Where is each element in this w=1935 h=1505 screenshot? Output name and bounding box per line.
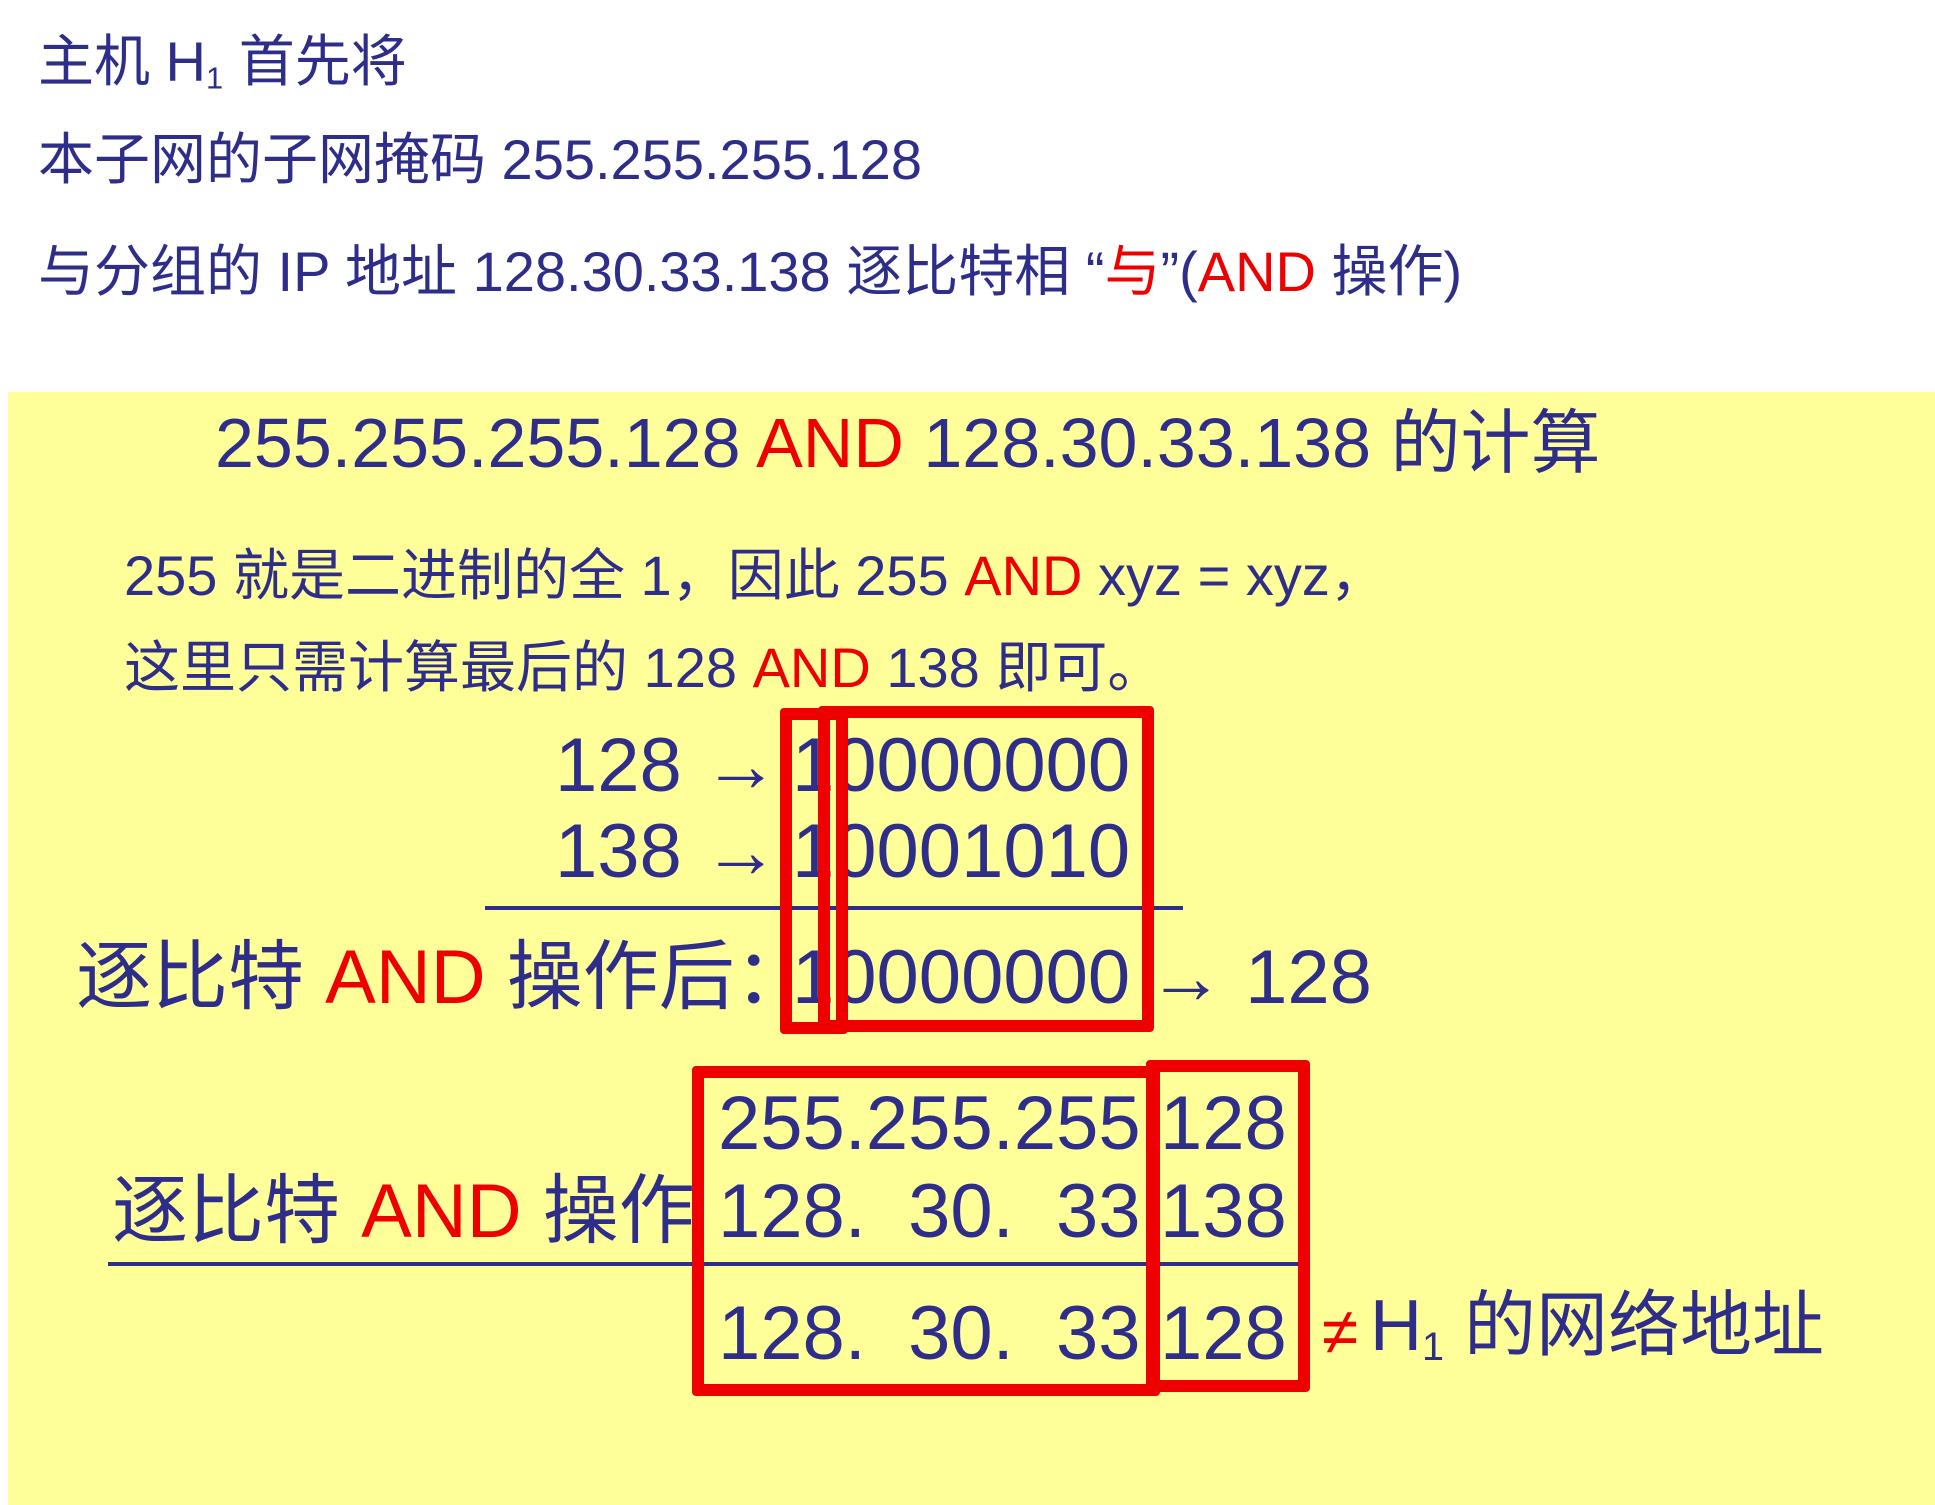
last-octet-highlight-box <box>1146 1060 1310 1392</box>
note-1-text: 255 就是二进制的全 1，因此 255 <box>124 544 965 607</box>
intro-line-3-text: 与分组的 IP 地址 128.30.33.138 逐比特相 “ <box>38 240 1105 303</box>
panel-title-mask: 255.255.255.128 <box>215 404 757 482</box>
note-2-and: AND <box>752 636 871 699</box>
note-1-and: AND <box>964 544 1083 607</box>
note-1-tail: xyz = xyz， <box>1082 544 1386 607</box>
binary-result-label-tail: 操作后： <box>485 935 811 1020</box>
intro-line-3-tail: 操作) <box>1316 240 1463 303</box>
panel-title: 255.255.255.128 AND 128.30.33.138 的计算 <box>215 408 1600 478</box>
binary-result-label-text: 逐比特 <box>76 935 326 1020</box>
panel-title-ip: 128.30.33.138 的计算 <box>903 404 1601 482</box>
binary-result-decimal: → 128 <box>1148 935 1372 1020</box>
intro-line-1: 主机 H1 首先将 <box>38 34 407 94</box>
panel-title-and: AND <box>756 404 904 482</box>
panel-note-2: 这里只需计算最后的 128 AND 138 即可。 <box>124 640 1163 696</box>
binary-row-2-label: 138 → <box>555 809 779 894</box>
intro-line-3: 与分组的 IP 地址 128.30.33.138 逐比特相 “与”(AND 操作… <box>38 244 1462 300</box>
panel-note-1: 255 就是二进制的全 1，因此 255 AND xyz = xyz， <box>124 548 1386 604</box>
intro-line-3-mid: ”( <box>1160 240 1198 303</box>
prefix-octets-highlight-box <box>692 1066 1160 1396</box>
not-equal-sign: ≠ <box>1322 1294 1359 1368</box>
dotted-label-and: AND <box>361 1169 522 1254</box>
host-subscript: 1 <box>206 60 224 96</box>
dotted-label-tail: 操作 <box>521 1169 695 1254</box>
intro-line-2: 本子网的子网掩码 255.255.255.128 <box>38 128 922 191</box>
network-note-subscript: 1 <box>1422 1324 1445 1369</box>
network-note-host: H <box>1370 1286 1422 1366</box>
intro-line-1-text: 主机 H <box>38 30 206 93</box>
note-2-tail: 138 即可。 <box>870 636 1164 699</box>
binary-result-and: AND <box>325 935 486 1020</box>
network-address-note: H1 的网络地址 <box>1370 1290 1824 1367</box>
intro-and-keyword: AND <box>1197 240 1316 303</box>
note-2-text: 这里只需计算最后的 128 <box>124 636 753 699</box>
dotted-label-text: 逐比特 <box>112 1169 362 1254</box>
intro-and-word: 与 <box>1104 240 1161 303</box>
binary-result-label: 逐比特 AND 操作后： <box>76 940 811 1016</box>
intro-line-1-tail: 首先将 <box>223 30 407 93</box>
remaining-bits-highlight-box <box>818 706 1154 1032</box>
network-note-text: 的网络地址 <box>1444 1286 1825 1366</box>
binary-row-1-label: 128 → <box>555 723 779 808</box>
dotted-operation-label: 逐比特 AND 操作 <box>112 1174 695 1250</box>
